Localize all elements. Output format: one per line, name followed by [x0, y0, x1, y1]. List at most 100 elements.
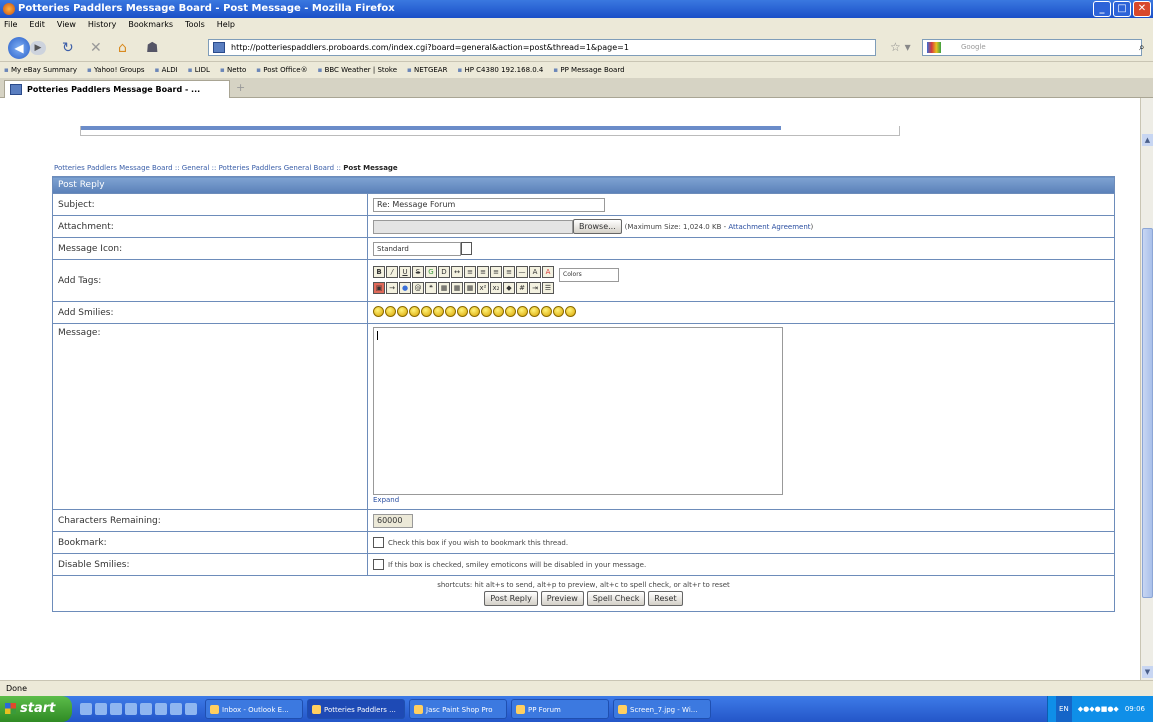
bookmark-item[interactable]: NETGEAR: [407, 62, 447, 78]
quick-launch-icon[interactable]: [140, 703, 152, 715]
flash-icon[interactable]: ◆: [503, 281, 515, 294]
bookmark-item[interactable]: LIDL: [188, 62, 210, 78]
globe-icon[interactable]: ●: [399, 281, 411, 294]
grin-icon[interactable]: [397, 305, 408, 317]
address-bar[interactable]: http://potteriespaddlers.proboards.com/i…: [208, 39, 876, 56]
bookmark-item[interactable]: PP Message Board: [553, 62, 624, 78]
menu-tools[interactable]: Tools: [185, 18, 205, 32]
minimize-button[interactable]: _: [1093, 1, 1111, 17]
bookmark-item[interactable]: ALDI: [155, 62, 178, 78]
embarrassed-icon[interactable]: [517, 305, 528, 317]
preview-button[interactable]: Preview: [540, 591, 584, 606]
shocked-icon[interactable]: [457, 305, 468, 317]
italic-icon[interactable]: /: [386, 265, 398, 278]
underline-icon[interactable]: U: [399, 265, 411, 278]
home-icon[interactable]: ⌂: [118, 40, 127, 56]
horizontal-rule-icon[interactable]: —: [516, 265, 528, 278]
wink-icon[interactable]: [385, 305, 396, 317]
glow-icon[interactable]: G: [425, 265, 437, 278]
email-icon[interactable]: @: [412, 281, 424, 294]
table-cell-icon[interactable]: ▦: [464, 281, 476, 294]
spell-check-button[interactable]: Spell Check: [586, 591, 646, 606]
browse-button[interactable]: Browse...: [573, 219, 622, 234]
align-left-icon[interactable]: ≡: [464, 265, 476, 278]
quick-launch-icon[interactable]: [170, 703, 182, 715]
new-tab-button[interactable]: +: [236, 81, 245, 94]
angry-icon[interactable]: [433, 305, 444, 317]
bookmark-star-icon[interactable]: ☆ ▾: [890, 40, 911, 54]
quick-launch-icon[interactable]: [95, 703, 107, 715]
maximize-button[interactable]: □: [1113, 1, 1131, 17]
indent-icon[interactable]: ⇥: [529, 281, 541, 294]
bookmark-item[interactable]: My eBay Summary: [4, 62, 77, 78]
breadcrumb-forum-link[interactable]: Potteries Paddlers General Board: [219, 164, 335, 172]
rolleyes-icon[interactable]: [493, 305, 504, 317]
menu-view[interactable]: View: [57, 18, 76, 32]
disable-smilies-checkbox[interactable]: [373, 559, 384, 570]
cool-icon[interactable]: [469, 305, 480, 317]
search-box[interactable]: Google: [922, 39, 1142, 56]
attachment-file-input[interactable]: [373, 219, 573, 234]
shadow-icon[interactable]: D: [438, 265, 450, 278]
list-icon[interactable]: ☰: [542, 281, 554, 294]
bookmark-checkbox[interactable]: [373, 537, 384, 548]
table-row-icon[interactable]: ▦: [451, 281, 463, 294]
language-indicator[interactable]: EN: [1056, 696, 1072, 722]
strikethrough-icon[interactable]: S: [412, 265, 424, 278]
tongue-icon[interactable]: [505, 305, 516, 317]
code-icon[interactable]: #: [516, 281, 528, 294]
quote-icon[interactable]: ❝: [425, 281, 437, 294]
table-icon[interactable]: ▦: [438, 281, 450, 294]
message-icon-select[interactable]: Standard: [373, 241, 461, 256]
message-textarea[interactable]: [373, 327, 783, 495]
taskbar-item[interactable]: Screen_7.jpg - Wi...: [613, 699, 711, 719]
menu-help[interactable]: Help: [217, 18, 235, 32]
back-button[interactable]: ◀: [8, 37, 30, 59]
scroll-down-icon[interactable]: ▼: [1142, 666, 1153, 678]
reset-button[interactable]: Reset: [648, 591, 683, 606]
justify-icon[interactable]: ≡: [503, 265, 515, 278]
bookmark-item[interactable]: BBC Weather | Stoke: [318, 62, 397, 78]
bookmark-item[interactable]: Post Office®: [256, 62, 307, 78]
huh-icon[interactable]: [481, 305, 492, 317]
attachment-agreement-link[interactable]: Attachment Agreement: [728, 223, 810, 231]
cheesy-icon[interactable]: [409, 305, 420, 317]
reload-icon[interactable]: ↻: [62, 40, 74, 56]
kiss-icon[interactable]: [553, 305, 564, 317]
taskbar-item[interactable]: Jasc Paint Shop Pro: [409, 699, 507, 719]
forward-button[interactable]: ▶: [30, 41, 46, 55]
post-reply-button[interactable]: Post Reply: [484, 591, 538, 606]
quick-launch-icon[interactable]: [110, 703, 122, 715]
expand-link[interactable]: Expand: [373, 496, 1114, 504]
bookmark-item[interactable]: HP C4380 192.168.0.4: [457, 62, 543, 78]
laugh-icon[interactable]: [421, 305, 432, 317]
arrow-icon[interactable]: →: [386, 281, 398, 294]
smiley-icon[interactable]: [373, 305, 384, 317]
align-center-icon[interactable]: ≡: [477, 265, 489, 278]
vertical-scrollbar[interactable]: ▲ ▼: [1140, 98, 1153, 680]
scrollbar-thumb[interactable]: [1142, 228, 1153, 598]
quick-launch-icon[interactable]: [155, 703, 167, 715]
image-icon[interactable]: ▣: [373, 281, 385, 294]
quick-launch-icon[interactable]: [185, 703, 197, 715]
tray-icons[interactable]: ◆●◆●■●◆: [1078, 696, 1119, 722]
breadcrumb-board-link[interactable]: Potteries Paddlers Message Board: [54, 164, 173, 172]
close-button[interactable]: ✕: [1133, 1, 1151, 17]
bookmark-item[interactable]: Yahoo! Groups: [87, 62, 145, 78]
move-icon[interactable]: ↔: [451, 265, 463, 278]
sad-icon[interactable]: [445, 305, 456, 317]
subscript-icon[interactable]: x₂: [490, 281, 502, 294]
taskbar-item[interactable]: Inbox - Outlook E...: [205, 699, 303, 719]
taskbar-item[interactable]: PP Forum: [511, 699, 609, 719]
cry-icon[interactable]: [565, 305, 576, 317]
align-right-icon[interactable]: ≡: [490, 265, 502, 278]
taskbar-item[interactable]: Potteries Paddlers ...: [307, 699, 405, 719]
search-icon[interactable]: ⌕: [1139, 42, 1145, 53]
tab-message-board[interactable]: Potteries Paddlers Message Board - ...: [4, 80, 230, 98]
quick-launch-icon[interactable]: [80, 703, 92, 715]
font-size-icon[interactable]: A: [529, 265, 541, 278]
scroll-up-icon[interactable]: ▲: [1142, 134, 1153, 146]
start-button[interactable]: start: [0, 696, 72, 722]
stop-icon[interactable]: ✕: [90, 40, 102, 56]
menu-bookmarks[interactable]: Bookmarks: [128, 18, 173, 32]
